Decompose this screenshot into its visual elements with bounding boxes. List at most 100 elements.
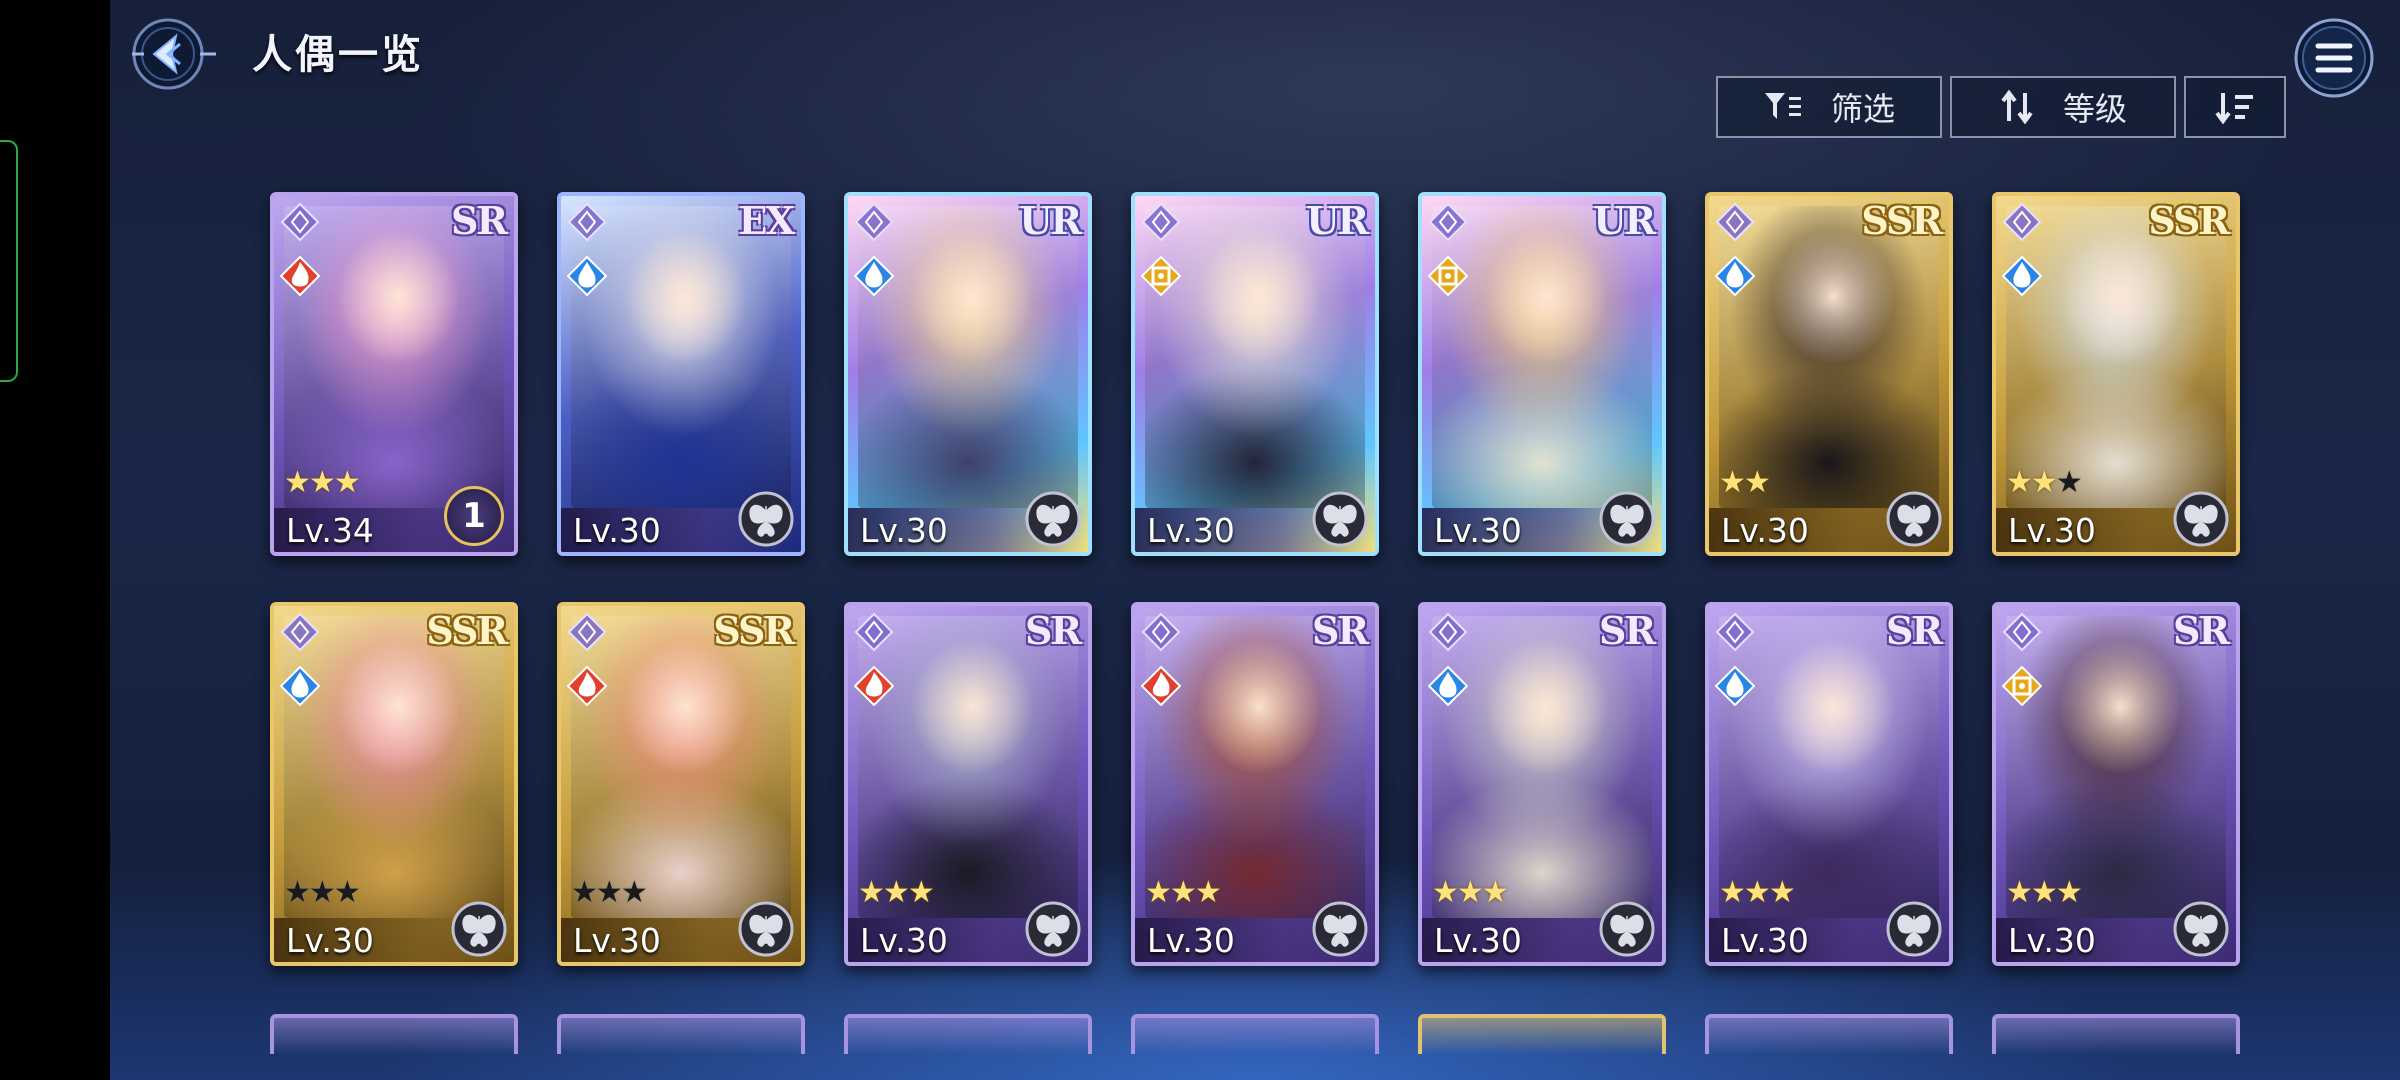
partial-card[interactable] xyxy=(270,1014,518,1054)
star-icon: ★ xyxy=(2030,875,2058,910)
archer-class-icon xyxy=(280,612,320,652)
water-element-icon xyxy=(1428,666,1468,706)
butterfly-emblem-icon xyxy=(2173,901,2229,957)
butterfly-emblem-icon xyxy=(1312,491,1368,547)
character-card[interactable]: SR ★★★ Lv.30 xyxy=(844,602,1092,966)
butterfly-emblem-icon xyxy=(1312,901,1368,957)
support-class-icon xyxy=(1715,612,1755,652)
rarity-label: SSR xyxy=(713,608,795,653)
butterfly-emblem-icon xyxy=(451,901,507,957)
star-icon: ★ xyxy=(1768,875,1796,910)
star-icon: ★ xyxy=(1719,875,1746,910)
partial-card[interactable] xyxy=(1705,1014,1953,1054)
character-list-screen: 人偶一览 筛选 等级 SR ★★★ Lv.34 1 EX Lv.30 UR Lv… xyxy=(110,0,2400,1080)
star-rating: ★★★ xyxy=(284,465,361,500)
mage-class-icon xyxy=(567,202,607,242)
back-button[interactable] xyxy=(128,14,220,94)
partial-card[interactable] xyxy=(557,1014,805,1054)
rarity-label: EX xyxy=(738,198,795,243)
level-label: Lv.30 xyxy=(1434,511,1522,550)
character-card[interactable]: EX Lv.30 xyxy=(557,192,805,556)
character-card[interactable]: UR Lv.30 xyxy=(1418,192,1666,556)
character-portrait xyxy=(1719,206,1939,508)
fire-element-icon xyxy=(1141,666,1181,706)
rarity-label: SR xyxy=(2172,608,2230,653)
mage-class-icon xyxy=(854,202,894,242)
star-icon: ★ xyxy=(2055,875,2083,910)
partial-card[interactable] xyxy=(844,1014,1092,1054)
character-card[interactable]: SR ★★★ Lv.30 xyxy=(1131,602,1379,966)
rarity-label: SSR xyxy=(1861,198,1943,243)
rarity-label: SR xyxy=(1024,608,1082,653)
star-icon: ★ xyxy=(858,875,885,910)
star-rating: ★★★ xyxy=(284,875,361,910)
character-portrait xyxy=(858,616,1078,918)
water-element-icon xyxy=(2002,256,2042,296)
level-label: Lv.30 xyxy=(1721,921,1809,960)
filter-label: 筛选 xyxy=(1830,90,1895,128)
menu-button[interactable] xyxy=(2292,16,2376,100)
character-card[interactable]: SSR ★★★ Lv.30 xyxy=(270,602,518,966)
filter-button[interactable]: 筛选 xyxy=(1716,76,1942,138)
character-portrait xyxy=(1145,206,1365,508)
sort-descending-icon xyxy=(2215,93,2253,125)
page-title: 人偶一览 xyxy=(252,32,424,78)
mage-class-icon xyxy=(1715,202,1755,242)
character-card[interactable]: SSR ★★★ Lv.30 xyxy=(557,602,805,966)
level-label: Lv.30 xyxy=(1721,511,1809,550)
water-element-icon xyxy=(280,666,320,706)
character-portrait xyxy=(571,616,791,918)
star-icon: ★ xyxy=(1743,875,1771,910)
mage-class-icon xyxy=(1428,612,1468,652)
character-portrait xyxy=(284,206,504,508)
character-portrait xyxy=(2006,206,2226,508)
star-icon: ★ xyxy=(907,875,935,910)
rarity-label: SR xyxy=(450,198,508,243)
character-portrait xyxy=(1145,616,1365,918)
warrior-class-icon xyxy=(1141,612,1181,652)
rarity-label: SR xyxy=(1885,608,1943,653)
star-icon: ★ xyxy=(1743,465,1771,500)
partial-card[interactable] xyxy=(1418,1014,1666,1054)
star-icon: ★ xyxy=(308,465,336,500)
star-icon: ★ xyxy=(1194,875,1222,910)
character-card[interactable]: UR Lv.30 xyxy=(1131,192,1379,556)
sort-by-level-button[interactable]: 等级 xyxy=(1950,76,2176,138)
star-icon: ★ xyxy=(882,875,910,910)
mage-class-icon xyxy=(1141,202,1181,242)
fire-element-icon xyxy=(567,666,607,706)
star-icon: ★ xyxy=(571,875,598,910)
character-portrait xyxy=(1432,616,1652,918)
character-portrait xyxy=(1432,206,1652,508)
partial-card[interactable] xyxy=(1992,1014,2240,1054)
guardian-class-icon xyxy=(2002,612,2042,652)
level-label: Lv.30 xyxy=(2008,921,2096,960)
butterfly-emblem-icon xyxy=(1025,491,1081,547)
character-card[interactable]: SSR ★★★ Lv.30 xyxy=(1992,192,2240,556)
star-icon: ★ xyxy=(308,875,336,910)
butterfly-emblem-icon xyxy=(1599,901,1655,957)
swap-vertical-icon xyxy=(2001,89,2033,125)
guardian-class-icon xyxy=(1428,202,1468,242)
mage-class-icon xyxy=(280,202,320,242)
light-element-icon xyxy=(1141,256,1181,296)
character-card-grid: SR ★★★ Lv.34 1 EX Lv.30 UR Lv.30 UR Lv.30 UR Lv.30 S… xyxy=(270,192,2240,1042)
sort-label: 等级 xyxy=(2062,90,2127,128)
character-card[interactable]: UR Lv.30 xyxy=(844,192,1092,556)
level-label: Lv.34 xyxy=(286,511,374,550)
level-label: Lv.30 xyxy=(1434,921,1522,960)
character-card[interactable]: SR ★★★ Lv.30 xyxy=(1705,602,1953,966)
character-card[interactable]: SR ★★★ Lv.30 xyxy=(1992,602,2240,966)
sort-order-button[interactable] xyxy=(2184,76,2286,138)
partial-card[interactable] xyxy=(1131,1014,1379,1054)
star-icon: ★ xyxy=(333,465,361,500)
character-card[interactable]: SR ★★★ Lv.30 xyxy=(1418,602,1666,966)
character-card[interactable]: SSR ★★ Lv.30 xyxy=(1705,192,1953,556)
star-icon: ★ xyxy=(620,875,648,910)
support-class-icon xyxy=(2002,202,2042,242)
star-rating: ★★★ xyxy=(1145,875,1222,910)
character-card[interactable]: SR ★★★ Lv.34 1 xyxy=(270,192,518,556)
level-label: Lv.30 xyxy=(573,511,661,550)
star-rating: ★★★ xyxy=(858,875,935,910)
water-element-icon xyxy=(854,256,894,296)
